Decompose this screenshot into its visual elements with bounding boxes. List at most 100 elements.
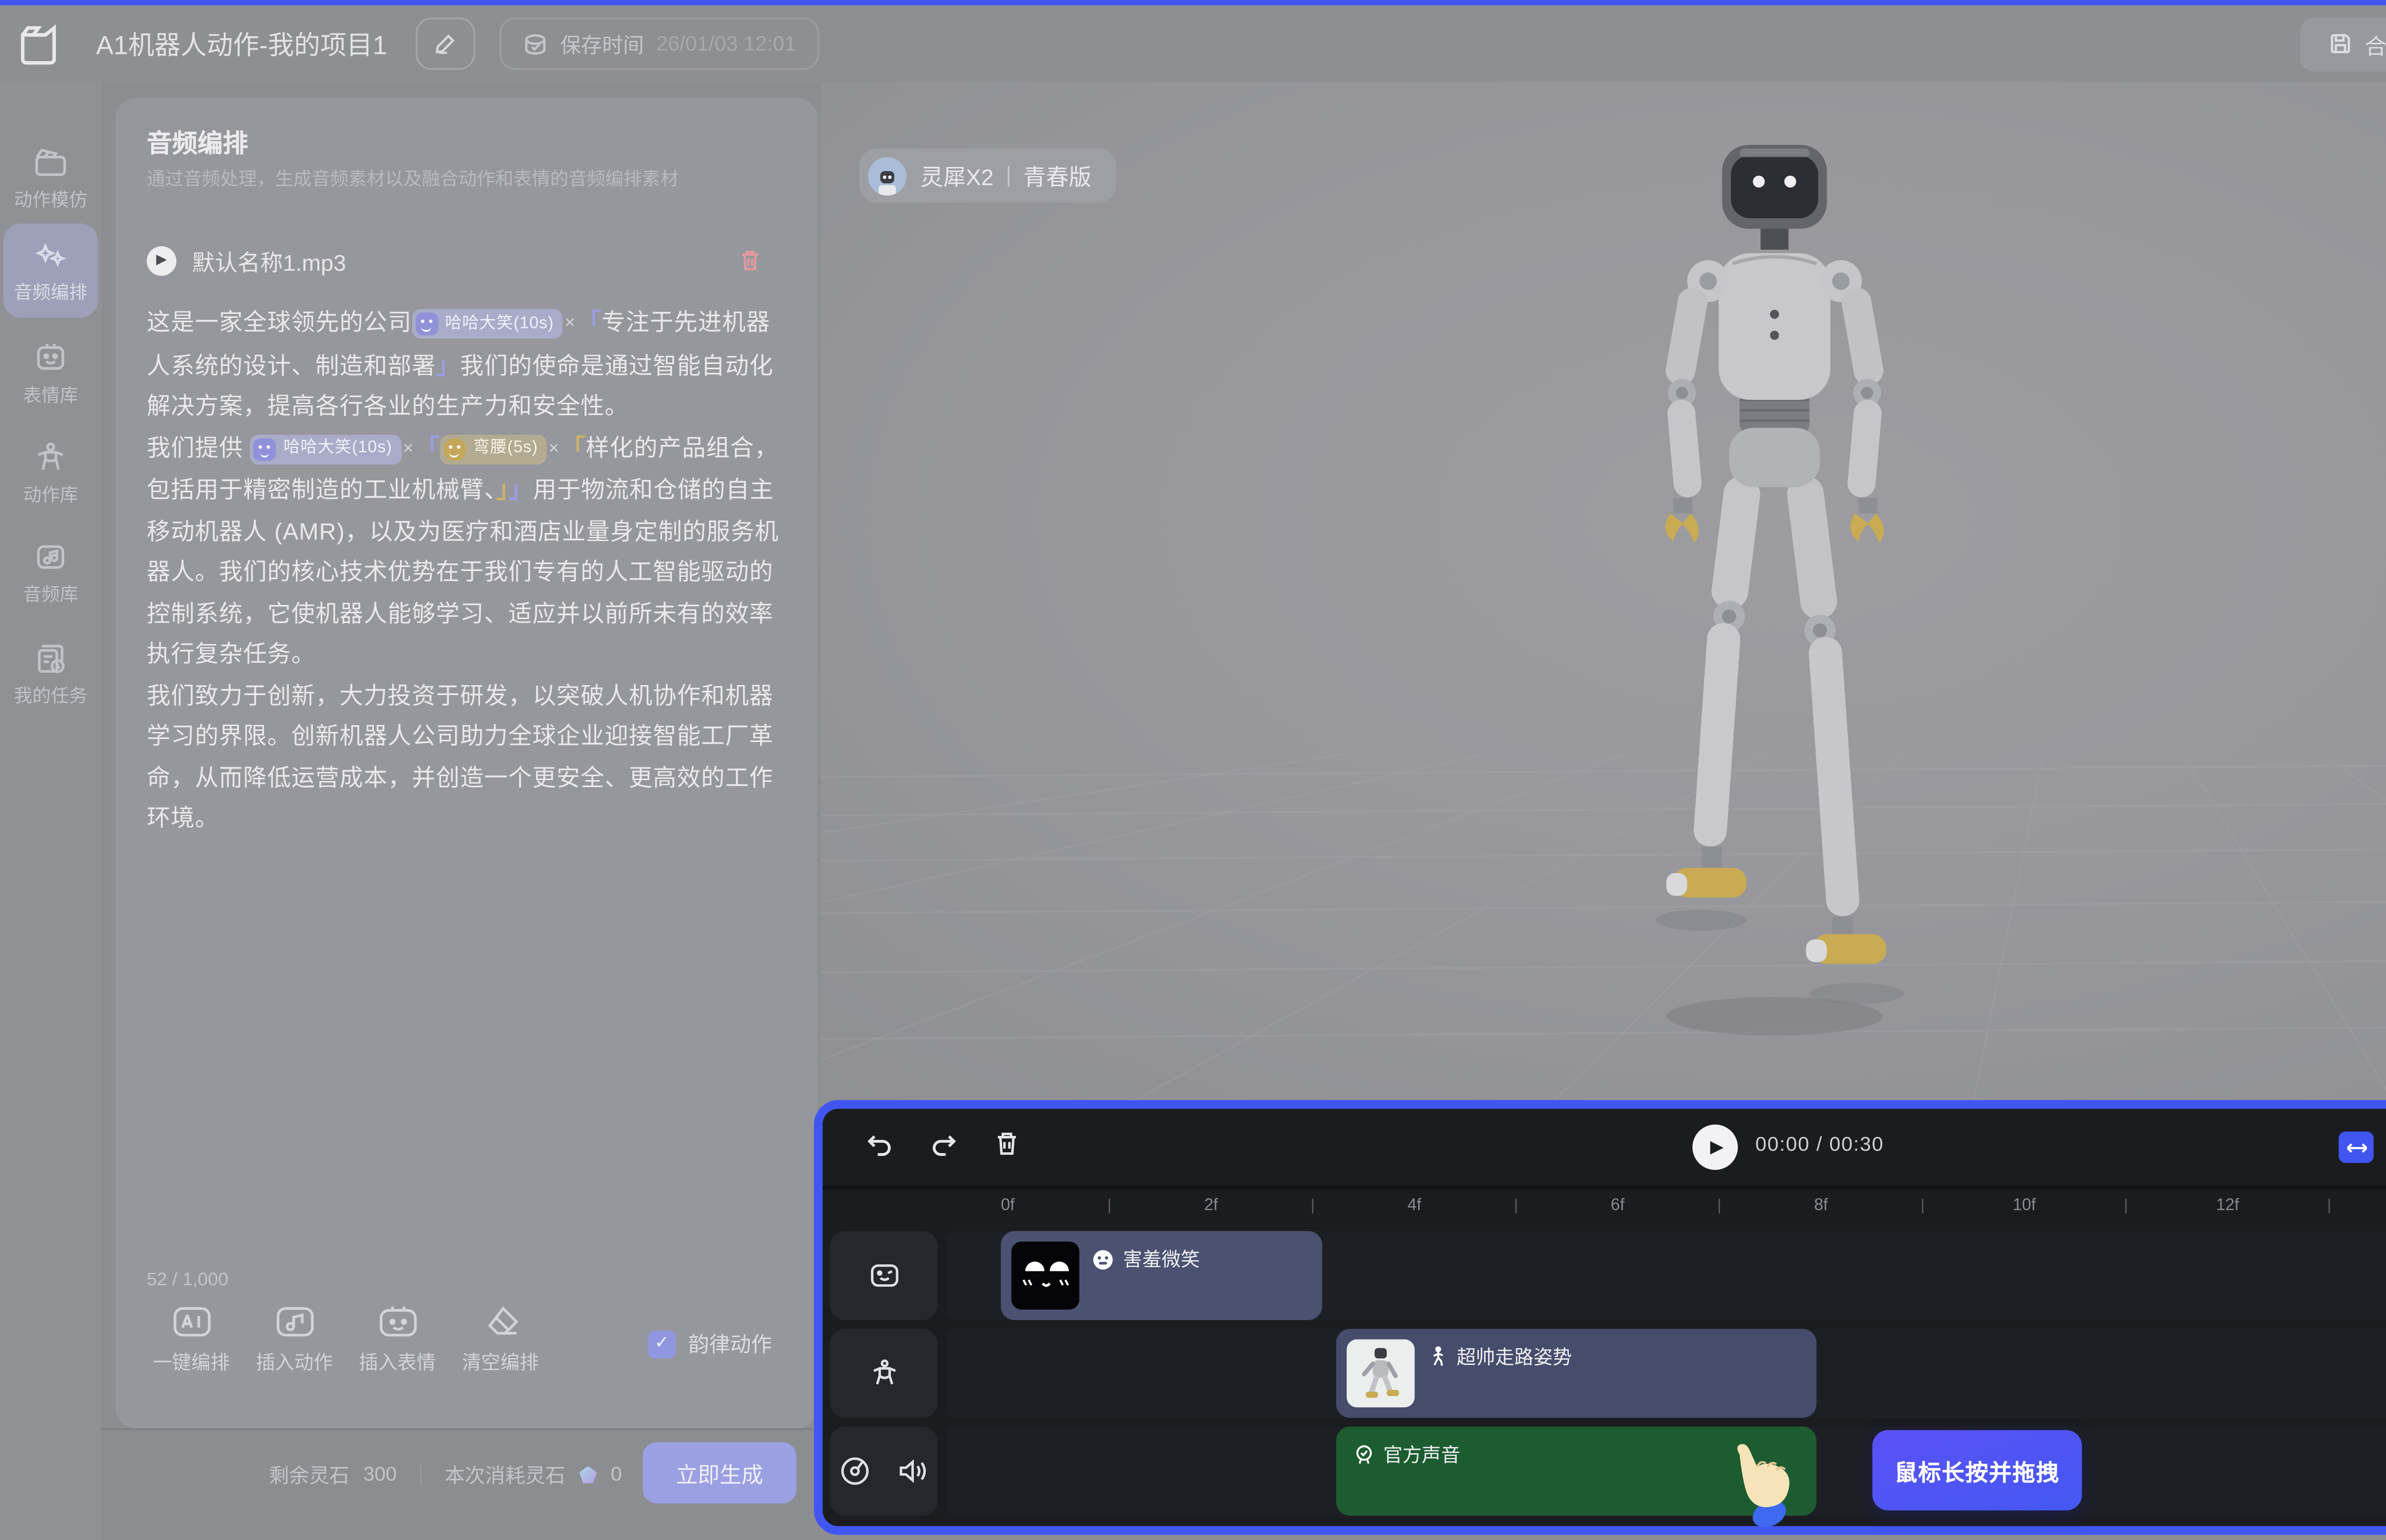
remove-tag-icon[interactable]: ×	[565, 312, 576, 333]
expression-tag[interactable]: 哈哈大笑(10s)	[412, 309, 563, 339]
timeline-delete-icon[interactable]	[994, 1130, 1020, 1158]
rhythm-motion-toggle[interactable]: ✓ 韵律动作	[648, 1329, 772, 1358]
ruler-label: 8f	[1814, 1196, 1828, 1215]
sidebar-label: 表情库	[23, 383, 78, 409]
action-clip[interactable]: 超帅走路姿势	[1336, 1329, 1817, 1418]
motion-mimic-icon	[31, 143, 70, 182]
expression-track-header[interactable]	[830, 1231, 938, 1320]
insert-action-icon	[273, 1304, 315, 1339]
synthesize-save-label: 合成并保存	[2365, 27, 2386, 61]
ruler-label: 4f	[1407, 1196, 1421, 1215]
insert-expression-button[interactable]: 插入表情	[346, 1304, 449, 1376]
panel-subtitle: 通过音频处理，生成音频素材以及融合动作和表情的音频编排素材	[147, 166, 775, 192]
synthesize-save-button[interactable]: 合成并保存	[2300, 17, 2386, 71]
app-window: A1机器人动作-我的项目1 保存时间 26/01/03 12:01 合成并保存	[0, 0, 2386, 1540]
ai-arrange-label: 一键编排	[153, 1348, 230, 1376]
play-audio-button[interactable]: ▶	[147, 245, 176, 275]
expression-clip[interactable]: 害羞微笑	[1001, 1231, 1322, 1320]
action-clip-label: 超帅走路姿势	[1457, 1343, 1572, 1371]
action-track-header[interactable]	[830, 1329, 938, 1418]
audio-track-header[interactable]	[830, 1426, 938, 1516]
official-voice-icon	[1354, 1444, 1375, 1465]
timeline-play-button[interactable]: ▶	[1693, 1124, 1738, 1170]
transcript-text: 用于物流和仓储的自主移动机器人 (AMR)，以及为医疗和酒店业量身定制的服务机器…	[147, 477, 779, 667]
sidebar-item-motion-mimic[interactable]: 动作模仿	[3, 131, 98, 226]
clear-arrange-label: 清空编排	[462, 1348, 539, 1376]
delete-audio-icon[interactable]	[739, 248, 762, 272]
remove-tag-icon[interactable]: ×	[548, 437, 560, 458]
ruler-label: 10f	[2013, 1196, 2036, 1215]
model-edition: 青春版	[1023, 159, 1091, 192]
ruler-tick: |	[1921, 1196, 1925, 1214]
ruler-tick: |	[2124, 1196, 2128, 1214]
panel-title: 音频编排	[147, 124, 248, 161]
rename-project-button[interactable]	[415, 18, 474, 70]
volume-icon	[896, 1455, 930, 1488]
insert-expression-icon	[377, 1304, 419, 1339]
audio-file-row: ▶ 默认名称1.mp3	[147, 239, 761, 281]
action-tag-icon	[443, 437, 466, 460]
sidebar-label: 音频库	[23, 582, 78, 608]
redo-icon[interactable]	[929, 1130, 959, 1159]
fit-timeline-icon[interactable]	[2339, 1132, 2374, 1163]
sidebar-label: 音频编排	[14, 280, 87, 306]
timeline-ruler[interactable]: 0f|2f|4f|6f|8f|10f|12f|14f|16f	[823, 1189, 2386, 1228]
expression-track-icon	[867, 1259, 900, 1292]
ai-arrange-icon	[170, 1304, 212, 1339]
model-name: 灵犀X2	[921, 159, 994, 192]
save-icon	[2328, 31, 2353, 56]
model-avatar	[868, 156, 907, 195]
remove-tag-icon[interactable]: ×	[403, 437, 414, 458]
insert-expression-label: 插入表情	[359, 1348, 436, 1376]
insert-action-label: 插入动作	[256, 1348, 333, 1376]
top-accent-strip	[0, 0, 2386, 5]
tag-bracket: 」	[436, 352, 460, 378]
ai-arrange-button[interactable]: 一键编排	[140, 1304, 243, 1376]
audio-lib-icon	[31, 538, 70, 576]
hand-cursor-icon	[1722, 1444, 1799, 1531]
action-track-icon	[867, 1357, 900, 1390]
rhythm-checkbox[interactable]: ✓	[648, 1330, 676, 1358]
expression-mini-icon	[1092, 1248, 1115, 1270]
remaining-gems-label: 剩余灵石	[269, 1461, 349, 1489]
tag-bracket: 「	[562, 434, 586, 460]
remaining-gems-value: 300	[363, 1464, 397, 1485]
transcript-editor[interactable]: 这是一家全球领先的公司哈哈大笑(10s)×「专注于先进机器人系统的设计、制造和部…	[147, 302, 793, 839]
save-status: 保存时间 26/01/03 12:01	[499, 18, 819, 70]
sidebar-item-audio-lib[interactable]: 音频库	[3, 526, 98, 620]
expression-tag-icon	[415, 312, 438, 335]
generate-now-button[interactable]: 立即生成	[643, 1442, 796, 1503]
tag-bracket: 」	[509, 477, 533, 503]
ruler-tick: |	[1717, 1196, 1722, 1214]
audio-clip-label: 官方声音	[1383, 1441, 1460, 1469]
expression-tag[interactable]: 哈哈大笑(10s)	[250, 434, 401, 464]
consume-gems-value: 0	[611, 1464, 622, 1485]
tag-bracket: 「	[416, 434, 440, 460]
clear-arrange-icon	[480, 1304, 522, 1339]
ruler-label: 12f	[2216, 1196, 2239, 1215]
my-tasks-icon	[31, 639, 70, 678]
sidebar-item-action-lib[interactable]: 动作库	[3, 426, 98, 520]
consume-gems-label: 本次消耗灵石	[445, 1461, 565, 1489]
char-counter: 52 / 1,000	[147, 1269, 228, 1290]
ruler-tick: |	[1514, 1196, 1518, 1214]
audio-arrange-panel: 音频编排 通过音频处理，生成音频素材以及融合动作和表情的音频编排素材 ▶ 默认名…	[101, 82, 821, 1540]
ruler-label: 2f	[1204, 1196, 1218, 1215]
sidebar-item-audio-arrange[interactable]: 音频编排	[3, 223, 98, 318]
undo-icon[interactable]	[865, 1130, 894, 1159]
sidebar-item-my-tasks[interactable]: 我的任务	[3, 627, 98, 721]
save-time-value: 26/01/03 12:01	[656, 31, 796, 56]
expression-clip-thumbnail	[1011, 1241, 1079, 1310]
clear-arrange-button[interactable]: 清空编排	[449, 1304, 552, 1376]
ruler-tick: |	[1108, 1196, 1112, 1214]
top-bar: A1机器人动作-我的项目1 保存时间 26/01/03 12:01 合成并保存	[0, 5, 2386, 82]
insert-action-button[interactable]: 插入动作	[243, 1304, 346, 1376]
sidebar-label: 我的任务	[14, 683, 87, 709]
sidebar-item-expression-lib[interactable]: 表情库	[3, 326, 98, 421]
audio-arrange-icon	[31, 236, 70, 274]
action-tag[interactable]: 弯腰(5s)	[440, 434, 547, 464]
save-time-icon	[522, 31, 548, 57]
audio-file-name: 默认名称1.mp3	[192, 244, 346, 277]
tag-bracket: 」	[496, 477, 509, 503]
walking-person-icon	[1427, 1346, 1448, 1367]
